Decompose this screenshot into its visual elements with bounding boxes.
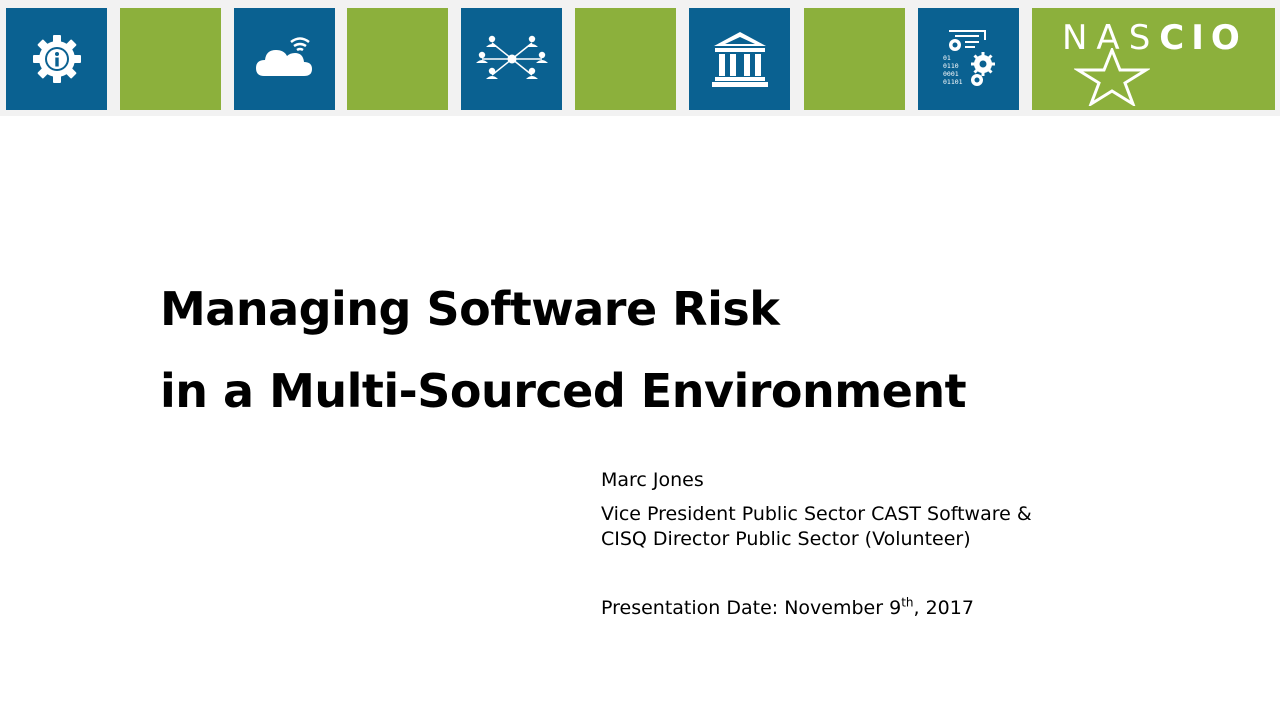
- cloud-wifi-icon: [255, 37, 312, 76]
- presenter-role-line-1: Vice President Public Sector CAST Softwa…: [601, 503, 1032, 525]
- nascio-logo: NASCIO: [1032, 8, 1275, 110]
- title-line-1: Managing Software Risk: [160, 282, 780, 336]
- banner-tile-cloud: [234, 8, 335, 110]
- binary-text-1: 01: [943, 54, 951, 62]
- binary-gears-icon: 01 0110 0001 01101: [943, 30, 995, 86]
- banner-tile-green-1: [120, 8, 221, 110]
- binary-text-2: 0110: [943, 62, 959, 70]
- banner-tile-gear: [6, 8, 107, 110]
- gear-info-icon: [32, 35, 81, 83]
- logo-cio-text: CIO: [1159, 18, 1247, 58]
- banner-tile-building: [689, 8, 790, 110]
- government-building-icon: [711, 32, 768, 87]
- banner-tile-network: [461, 8, 562, 110]
- banner-tile-green-3: [575, 8, 676, 110]
- presenter-info: Marc Jones Vice President Public Sector …: [601, 468, 1241, 621]
- presentation-date: Presentation Date: November 9th, 2017: [601, 596, 1241, 621]
- banner-tile-green-4: [804, 8, 905, 110]
- slide-title: Managing Software Risk in a Multi-Source…: [160, 268, 1140, 432]
- presenter-name: Marc Jones: [601, 469, 704, 491]
- date-year: , 2017: [913, 597, 974, 619]
- date-ordinal-suffix: th: [901, 595, 914, 610]
- date-prefix: Presentation Date: November 9: [601, 597, 902, 619]
- header-banner: 01 0110 0001 01101 NASCIO: [0, 0, 1280, 116]
- title-line-2: in a Multi-Sourced Environment: [160, 364, 967, 418]
- star-outline-icon: [1074, 48, 1150, 106]
- binary-text-4: 01101: [943, 78, 963, 86]
- binary-text-3: 0001: [943, 70, 959, 78]
- banner-tile-binary: 01 0110 0001 01101: [918, 8, 1019, 110]
- network-people-icon: [475, 35, 548, 79]
- presenter-role-line-2: CISQ Director Public Sector (Volunteer): [601, 528, 971, 550]
- banner-tile-green-2: [347, 8, 448, 110]
